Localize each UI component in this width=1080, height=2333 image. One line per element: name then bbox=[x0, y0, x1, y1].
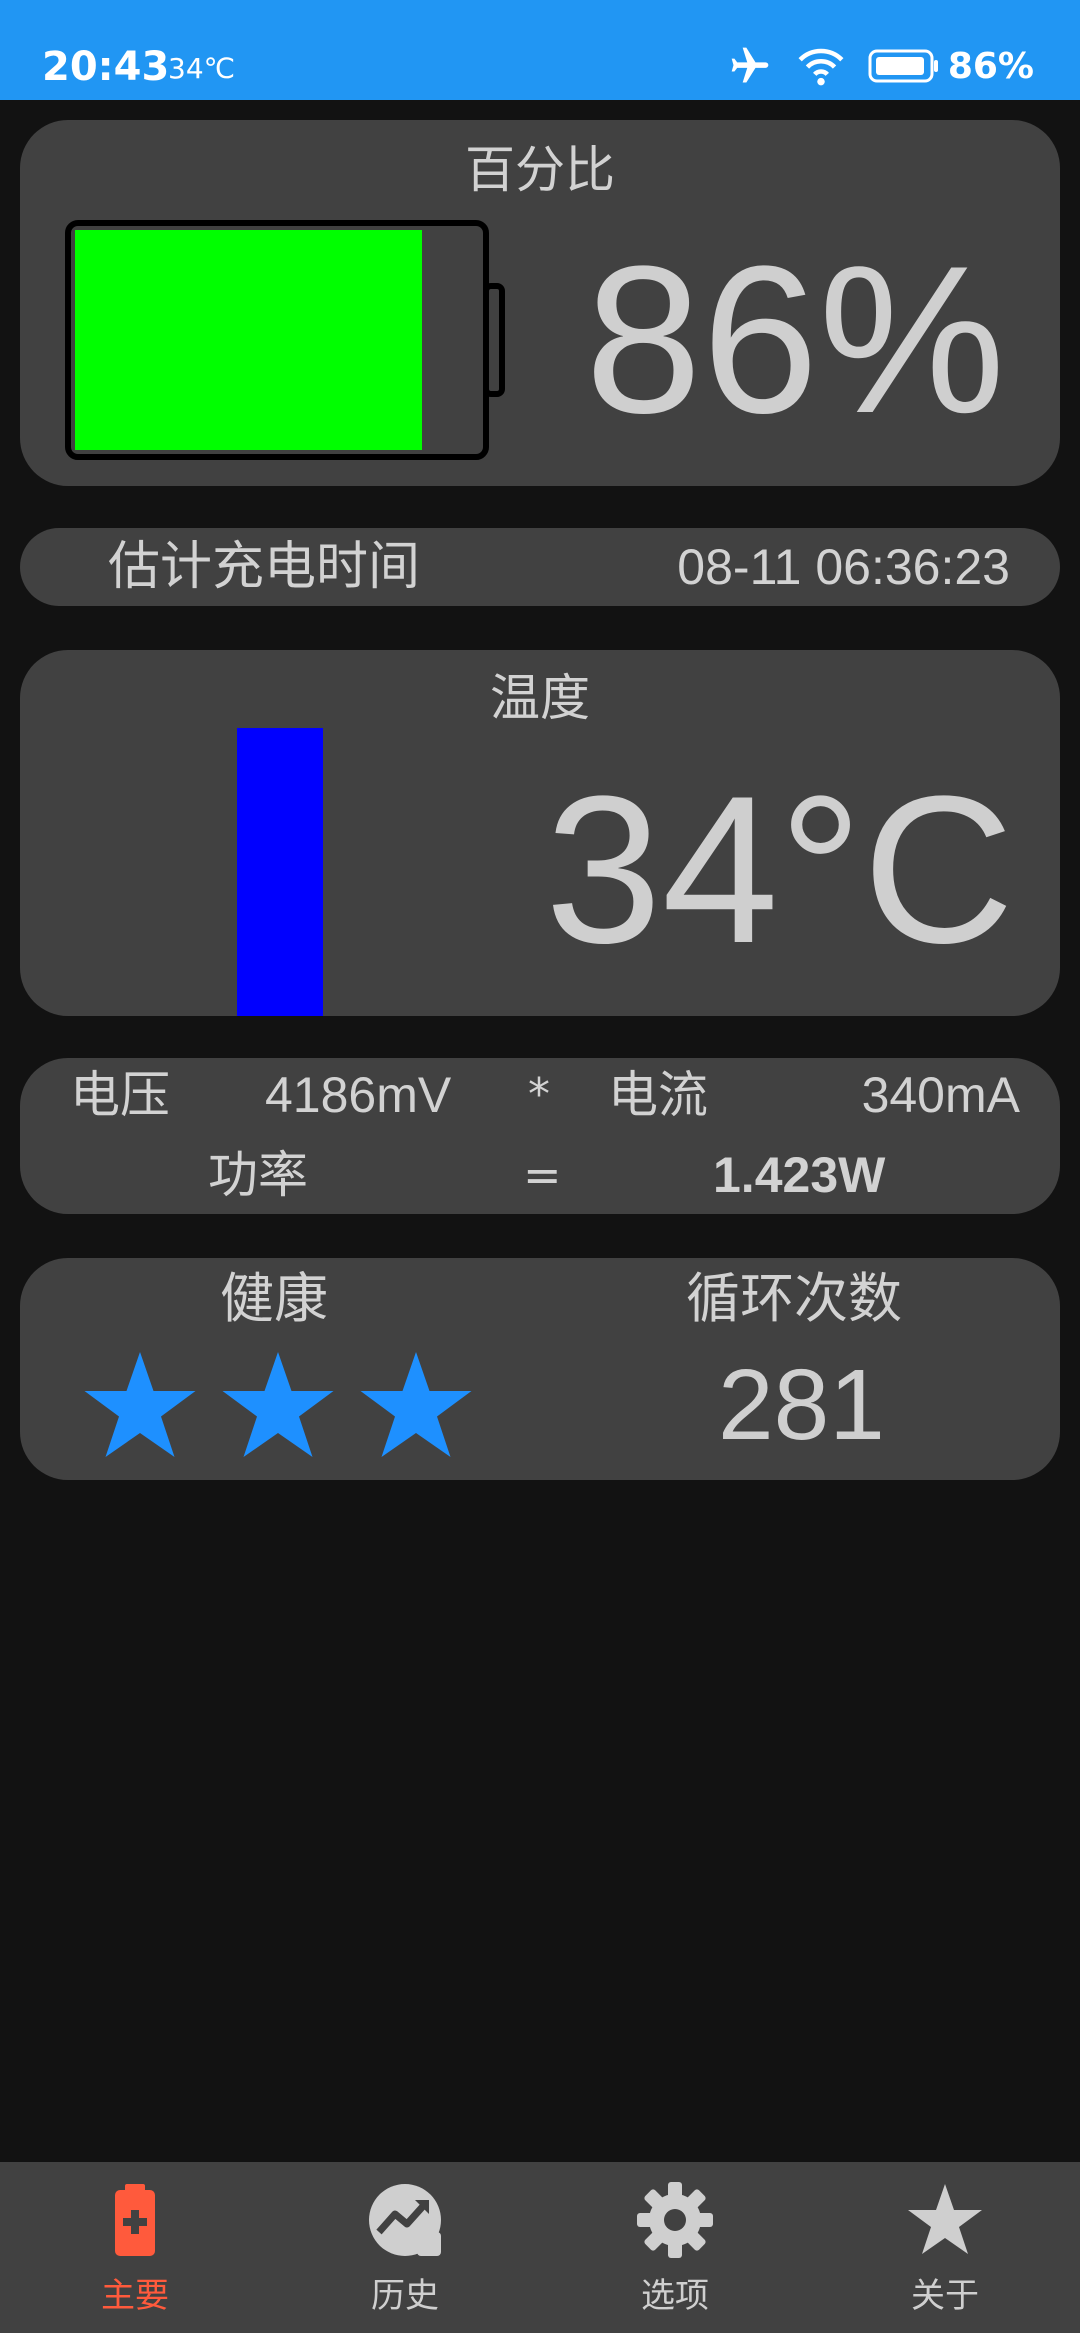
nav-item-options[interactable]: 选项 bbox=[540, 2180, 810, 2320]
cycle-count-value: 281 bbox=[718, 1349, 885, 1461]
estimated-time-label: 估计充电时间 bbox=[108, 537, 421, 597]
status-bar: 20:43 34℃ 86% bbox=[0, 0, 1080, 100]
cycle-count-label: 循环次数 bbox=[686, 1267, 902, 1330]
temperature-value: 34°C bbox=[545, 752, 1015, 987]
power-value: 1.423W bbox=[713, 1147, 886, 1203]
status-battery-percent: 86% bbox=[947, 45, 1034, 87]
estimated-time-value: 08-11 06:36:23 bbox=[677, 539, 1010, 595]
star-icon bbox=[905, 2180, 985, 2260]
health-label: 健康 bbox=[220, 1267, 328, 1330]
voltage-value: 4186mV bbox=[265, 1067, 452, 1123]
nav-label-options: 选项 bbox=[641, 2276, 709, 2316]
nav-item-main[interactable]: 主要 bbox=[0, 2180, 270, 2320]
nav-item-history[interactable]: 历史 bbox=[270, 2180, 540, 2320]
health-star-icon bbox=[218, 1346, 338, 1470]
bottom-navigation: 主要 历史 选项 关于 bbox=[0, 2162, 1080, 2333]
health-stars bbox=[80, 1346, 500, 1466]
multiply-sign: * bbox=[528, 1069, 550, 1120]
battery-fill bbox=[75, 230, 422, 450]
equals-sign: = bbox=[523, 1148, 562, 1202]
trending-chart-icon bbox=[365, 2180, 445, 2260]
current-value: 340mA bbox=[861, 1067, 1020, 1123]
nav-label-history: 历史 bbox=[371, 2276, 439, 2316]
status-icons: 86% bbox=[726, 44, 1034, 88]
card-title: 温度 bbox=[490, 669, 590, 727]
battery-graphic bbox=[65, 220, 535, 460]
voltage-label: 电压 bbox=[70, 1066, 170, 1124]
power-card: 电压 4186mV * 电流 340mA 功率 = 1.423W bbox=[20, 1058, 1060, 1214]
nav-item-about[interactable]: 关于 bbox=[810, 2180, 1080, 2320]
health-star-icon bbox=[80, 1346, 200, 1470]
battery-plus-icon bbox=[95, 2180, 175, 2260]
airplane-mode-icon bbox=[726, 44, 774, 88]
wifi-icon bbox=[796, 44, 846, 88]
gear-icon bbox=[635, 2180, 715, 2260]
status-time: 20:43 bbox=[42, 44, 170, 90]
battery-percent-value: 86% bbox=[585, 222, 1006, 457]
battery-percent-card: 百分比 86% bbox=[20, 120, 1060, 486]
power-label: 功率 bbox=[208, 1146, 308, 1204]
estimated-charge-time-card: 估计充电时间 08-11 06:36:23 bbox=[20, 528, 1060, 606]
nav-label-main: 主要 bbox=[101, 2276, 169, 2316]
temperature-card: 温度 34°C bbox=[20, 650, 1060, 1016]
status-temperature: 34℃ bbox=[168, 52, 236, 85]
nav-label-about: 关于 bbox=[911, 2276, 979, 2316]
temperature-bar bbox=[237, 728, 323, 1016]
card-title: 百分比 bbox=[465, 141, 615, 199]
battery-status-icon bbox=[868, 48, 940, 84]
health-card: 健康 循环次数 281 bbox=[20, 1258, 1060, 1480]
current-label: 电流 bbox=[608, 1066, 708, 1124]
health-star-icon bbox=[356, 1346, 476, 1470]
